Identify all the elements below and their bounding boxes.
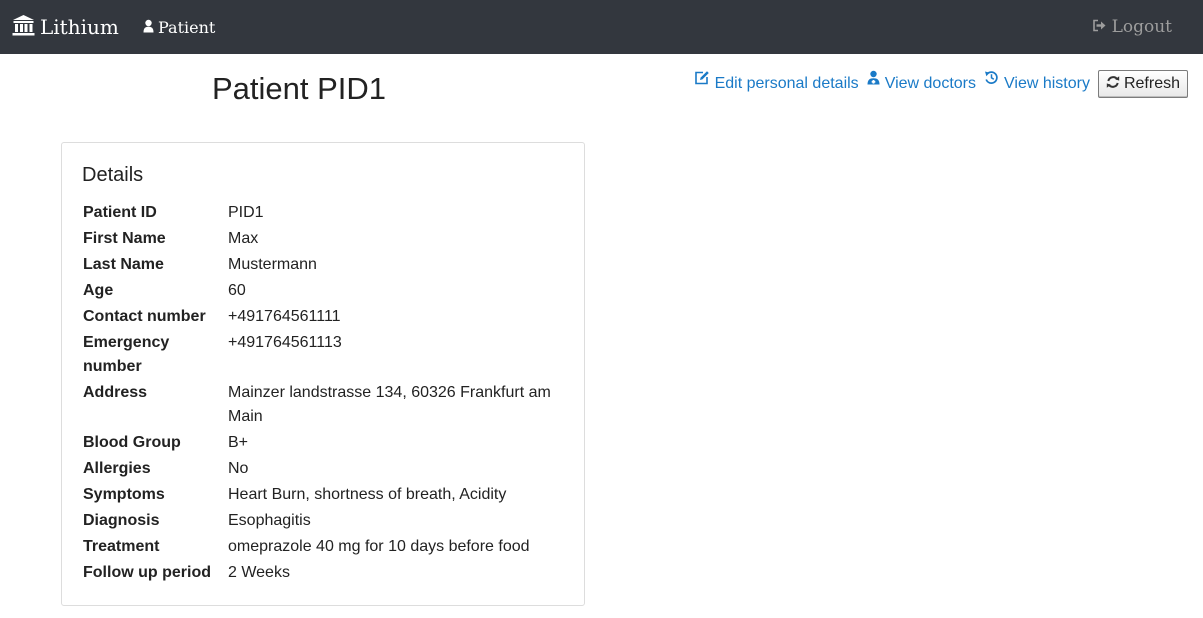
user-icon — [143, 18, 158, 37]
history-icon — [984, 71, 1004, 94]
detail-row-emergency-number: Emergency number +491764561113 — [83, 331, 563, 379]
detail-row-patient-id: Patient ID PID1 — [83, 201, 563, 225]
detail-value: omeprazole 40 mg for 10 days before food — [228, 538, 530, 555]
detail-value: Heart Burn, shortness of breath, Acidity — [228, 486, 507, 503]
brand-link[interactable]: Lithium — [12, 13, 119, 41]
detail-value: 2 Weeks — [228, 564, 290, 581]
nav-patient-link[interactable]: Patient — [143, 15, 215, 39]
detail-value: Max — [228, 230, 259, 247]
detail-label: Treatment — [83, 538, 160, 555]
nav-patient-label: Patient — [158, 17, 216, 37]
detail-value: Mainzer landstrasse 134, 60326 Frankfurt… — [228, 384, 551, 425]
view-history-label: View history — [1004, 75, 1090, 92]
detail-value: PID1 — [228, 204, 264, 221]
detail-label: Follow up period — [83, 564, 211, 581]
detail-row-first-name: First Name Max — [83, 227, 563, 251]
view-history-link[interactable]: View history — [984, 71, 1090, 94]
edit-icon — [694, 71, 715, 94]
refresh-label: Refresh — [1123, 75, 1180, 92]
detail-value: +491764561111 — [228, 308, 341, 325]
edit-personal-details-link[interactable]: Edit personal details — [694, 71, 859, 94]
detail-label: First Name — [83, 230, 166, 247]
detail-row-contact-number: Contact number +491764561111 — [83, 305, 563, 329]
detail-row-follow-up-period: Follow up period 2 Weeks — [83, 561, 563, 585]
detail-value: Mustermann — [228, 256, 317, 273]
refresh-icon — [1106, 75, 1124, 94]
detail-row-symptoms: Symptoms Heart Burn, shortness of breath… — [83, 483, 563, 507]
detail-value: +491764561113 — [228, 334, 342, 351]
detail-row-address: Address Mainzer landstrasse 134, 60326 F… — [83, 381, 563, 429]
edit-personal-details-label: Edit personal details — [714, 75, 859, 92]
detail-value: No — [228, 460, 249, 477]
detail-row-allergies: Allergies No — [83, 457, 563, 481]
detail-row-treatment: Treatment omeprazole 40 mg for 10 days b… — [83, 535, 563, 559]
detail-value: Esophagitis — [228, 512, 311, 529]
detail-label: Symptoms — [83, 486, 165, 503]
detail-row-age: Age 60 — [83, 279, 563, 303]
detail-row-last-name: Last Name Mustermann — [83, 253, 563, 277]
detail-label: Address — [83, 384, 148, 401]
details-panel: Details Patient ID PID1 First Name Max L… — [61, 142, 585, 606]
detail-label: Emergency number — [83, 334, 170, 375]
logout-label: Logout — [1111, 17, 1172, 37]
details-panel-title: Details — [82, 164, 144, 186]
details-list: Patient ID PID1 First Name Max Last Name… — [83, 201, 563, 587]
detail-row-blood-group: Blood Group B+ — [83, 431, 563, 455]
detail-value: B+ — [228, 434, 249, 451]
detail-label: Allergies — [83, 460, 151, 477]
view-doctors-label: View doctors — [884, 75, 976, 92]
brand-label: Lithium — [40, 15, 119, 39]
view-doctors-link[interactable]: View doctors — [867, 70, 976, 94]
detail-label: Last Name — [83, 256, 164, 273]
top-navbar: Lithium Patient Logout — [0, 0, 1203, 54]
action-bar: Edit personal details View doctors View … — [694, 70, 1188, 98]
page-title: Patient PID1 — [212, 71, 387, 106]
detail-value: 60 — [228, 282, 246, 299]
detail-label: Blood Group — [83, 434, 181, 451]
logout-link[interactable]: Logout — [1092, 15, 1172, 39]
detail-label: Diagnosis — [83, 512, 160, 529]
detail-label: Patient ID — [83, 204, 157, 221]
logout-icon — [1092, 17, 1112, 37]
detail-label: Age — [83, 282, 114, 299]
user-md-icon — [867, 70, 885, 94]
detail-label: Contact number — [83, 308, 206, 325]
refresh-button[interactable]: Refresh — [1097, 70, 1188, 98]
detail-row-diagnosis: Diagnosis Esophagitis — [83, 509, 563, 533]
bank-icon — [12, 14, 40, 41]
